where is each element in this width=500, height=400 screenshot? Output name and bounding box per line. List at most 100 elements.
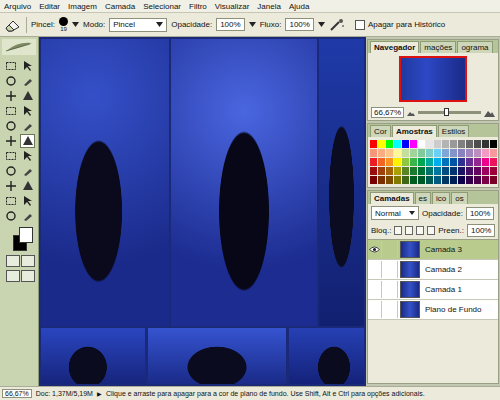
swatch[interactable] [442, 140, 449, 148]
swatch[interactable] [426, 167, 433, 175]
swatch[interactable] [458, 149, 465, 157]
tool-button[interactable] [3, 89, 18, 103]
swatch[interactable] [370, 158, 377, 166]
swatch[interactable] [458, 158, 465, 166]
opacity-field[interactable]: 100% [466, 207, 494, 220]
swatch[interactable] [482, 149, 489, 157]
checkbox[interactable] [355, 20, 365, 30]
swatch[interactable] [458, 140, 465, 148]
screen-mode-button[interactable] [6, 270, 20, 282]
fill-field[interactable]: 100% [467, 224, 495, 237]
swatch[interactable] [450, 167, 457, 175]
tool-button[interactable] [3, 179, 18, 193]
swatch[interactable] [402, 176, 409, 184]
zoom-slider[interactable] [418, 111, 481, 114]
dropdown-arrow-icon[interactable] [318, 22, 325, 27]
panel-tab[interactable]: os [451, 192, 467, 204]
panel-tab[interactable]: mações [420, 41, 456, 53]
swatch[interactable] [402, 158, 409, 166]
swatch[interactable] [466, 167, 473, 175]
layer-row[interactable]: Camada 2 [368, 260, 498, 280]
layer-row[interactable]: Plano de Fundo [368, 300, 498, 320]
swatch[interactable] [370, 149, 377, 157]
swatch[interactable] [418, 176, 425, 184]
document-canvas[interactable] [39, 37, 366, 386]
swatch[interactable] [450, 149, 457, 157]
tool-button[interactable] [20, 149, 35, 163]
dropdown-arrow-icon[interactable] [72, 22, 79, 27]
menu-item[interactable]: Editar [39, 2, 60, 11]
swatch[interactable] [426, 149, 433, 157]
link-toggle[interactable] [384, 241, 398, 258]
layer-row[interactable]: Camada 3 [368, 240, 498, 260]
visibility-toggle[interactable] [368, 241, 382, 258]
menu-item[interactable]: Selecionar [143, 2, 181, 11]
visibility-toggle[interactable] [368, 261, 382, 278]
tool-button[interactable] [3, 134, 18, 148]
menu-item[interactable]: Arquivo [4, 2, 31, 11]
swatch[interactable] [386, 167, 393, 175]
tool-button[interactable] [3, 59, 18, 73]
swatch[interactable] [418, 140, 425, 148]
swatch[interactable] [434, 176, 441, 184]
swatch[interactable] [442, 167, 449, 175]
layer-row[interactable]: Camada 1 [368, 280, 498, 300]
swatch[interactable] [466, 158, 473, 166]
tool-button[interactable] [20, 134, 35, 148]
swatch[interactable] [458, 176, 465, 184]
swatch[interactable] [490, 149, 497, 157]
link-toggle[interactable] [384, 261, 398, 278]
visibility-toggle[interactable] [368, 281, 382, 298]
swatch[interactable] [386, 176, 393, 184]
view-box[interactable] [399, 56, 467, 102]
swatch[interactable] [442, 176, 449, 184]
menu-item[interactable]: Filtro [189, 2, 207, 11]
panel-tab[interactable]: Cor [370, 125, 391, 137]
panel-tab[interactable]: ograma [457, 41, 492, 53]
toolbox-header[interactable] [2, 39, 36, 55]
zoom-in-icon[interactable] [484, 109, 495, 117]
airbrush-icon[interactable] [329, 18, 345, 32]
lock-position-button[interactable] [416, 226, 424, 235]
swatch[interactable] [482, 140, 489, 148]
lock-pixels-button[interactable] [405, 226, 413, 235]
menu-item[interactable]: Imagem [68, 2, 97, 11]
visibility-toggle[interactable] [368, 301, 382, 318]
swatch[interactable] [386, 149, 393, 157]
swatch[interactable] [410, 140, 417, 148]
tool-button[interactable] [20, 194, 35, 208]
panel-tab[interactable]: Estilos [438, 125, 470, 137]
status-menu-button[interactable]: ▶ [97, 390, 102, 397]
quick-mask-button[interactable] [21, 255, 35, 267]
swatch[interactable] [410, 149, 417, 157]
swatch[interactable] [410, 176, 417, 184]
swatch[interactable] [434, 158, 441, 166]
swatch[interactable] [394, 140, 401, 148]
opacity-field[interactable]: 100% [216, 18, 244, 31]
swatch[interactable] [466, 140, 473, 148]
swatch[interactable] [386, 158, 393, 166]
swatch[interactable] [482, 167, 489, 175]
brush-picker[interactable]: 19 [59, 17, 68, 32]
swatch[interactable] [450, 176, 457, 184]
swatch[interactable] [426, 158, 433, 166]
panel-tab[interactable]: es [415, 192, 431, 204]
swatch[interactable] [378, 176, 385, 184]
swatch[interactable] [474, 158, 481, 166]
lock-all-button[interactable] [427, 226, 435, 235]
swatch[interactable] [418, 158, 425, 166]
swatch[interactable] [394, 167, 401, 175]
swatch[interactable] [450, 158, 457, 166]
tool-button[interactable] [3, 74, 18, 88]
jump-button[interactable] [21, 270, 35, 282]
swatch[interactable] [466, 149, 473, 157]
swatch[interactable] [402, 167, 409, 175]
tool-button[interactable] [20, 209, 35, 223]
menu-item[interactable]: Visualizar [215, 2, 250, 11]
swatch[interactable] [426, 140, 433, 148]
flow-field[interactable]: 100% [285, 18, 313, 31]
tool-button[interactable] [3, 104, 18, 118]
tool-button[interactable] [20, 179, 35, 193]
swatch[interactable] [378, 140, 385, 148]
menu-item[interactable]: Janela [257, 2, 281, 11]
